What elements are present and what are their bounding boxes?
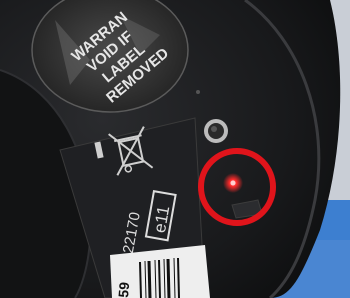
photo-scene: WARRAN VOID IF LABEL REMOVED e11 022170 — [0, 0, 350, 298]
screw-dot — [196, 90, 200, 94]
photo-illustration: WARRAN VOID IF LABEL REMOVED e11 022170 — [0, 0, 350, 298]
barcode-digits: 59 — [115, 281, 132, 298]
device-button — [204, 119, 228, 143]
indicator-led — [230, 180, 236, 186]
